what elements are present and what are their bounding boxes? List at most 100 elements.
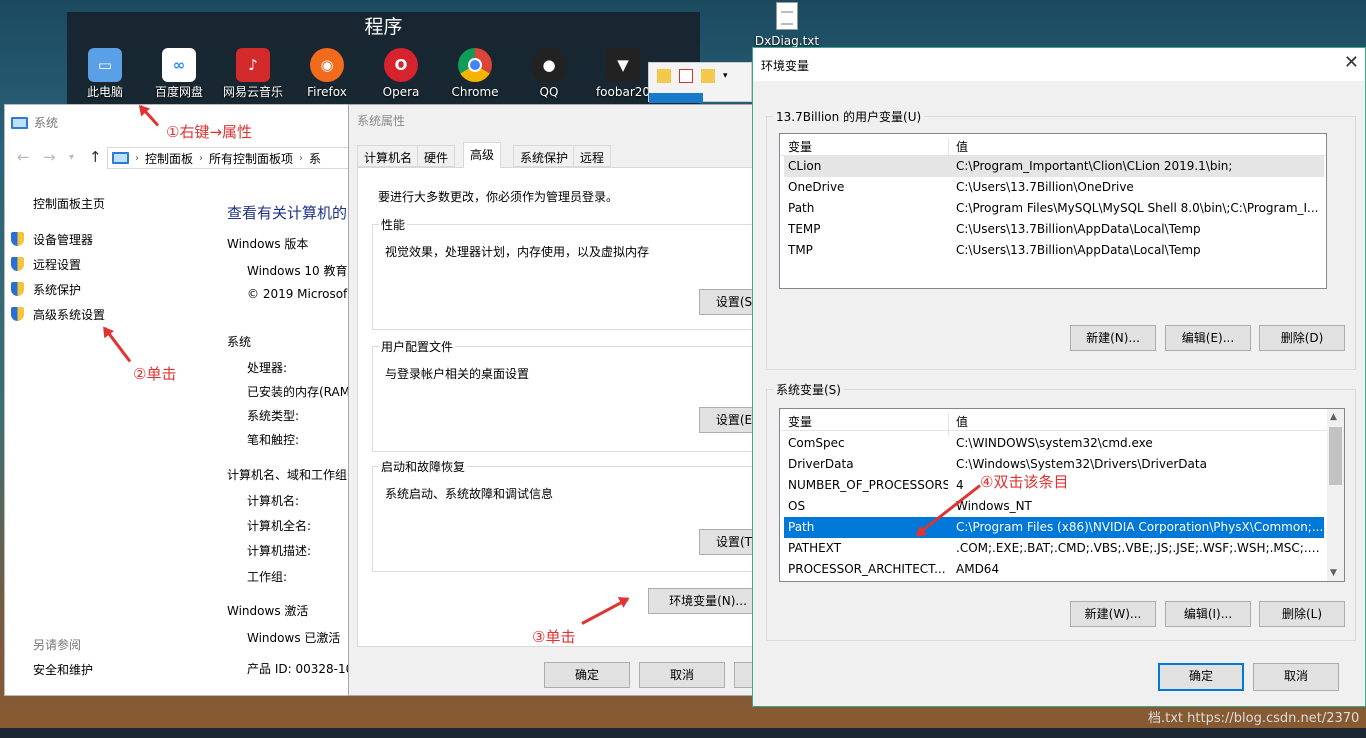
shortcut-label: 网易云音乐 (222, 85, 283, 99)
group-title: 13.7Billion 的用户变量(U) (773, 108, 925, 125)
breadcrumb-item[interactable]: 系 (309, 150, 321, 167)
system-variables-list[interactable]: 变量 值 ComSpec C:\WINDOWS\system32\cmd.exe … (779, 408, 1345, 582)
variable-name: TEMP (788, 222, 821, 236)
page-title: 查看有关计算机的 (227, 204, 348, 222)
column-header-value[interactable]: 值 (956, 413, 968, 430)
vertical-scrollbar[interactable]: ▲ ▼ (1327, 409, 1344, 581)
control-panel-home-link[interactable]: 控制面板主页 (33, 195, 105, 212)
dxdiag-file[interactable]: DxDiag.txt (752, 2, 822, 48)
column-header-variable[interactable]: 变量 (788, 413, 812, 430)
remote-settings-link[interactable]: 远程设置 (33, 256, 81, 273)
scroll-down-icon[interactable]: ▼ (1330, 568, 1337, 578)
list-item-selected[interactable]: Path C:\Program Files (x86)\NVIDIA Corpor… (784, 517, 1324, 538)
properties-icon[interactable] (679, 69, 693, 83)
chrome-icon (458, 48, 492, 82)
system-protection-link[interactable]: 系统保护 (33, 281, 81, 298)
field-label: 计算机全名: (247, 519, 312, 533)
advanced-system-settings-link[interactable]: 高级系统设置 (33, 306, 105, 323)
shortcut-label: Chrome (451, 85, 499, 99)
explorer-window-fragment: ▾ (648, 62, 752, 103)
field-label: 处理器: (247, 361, 288, 375)
folder-icon[interactable] (701, 69, 715, 83)
ok-button[interactable]: 确定 (544, 662, 630, 688)
section-label: 计算机名、域和工作组 (227, 468, 348, 482)
variable-value: .COM;.EXE;.BAT;.CMD;.VBS;.VBE;.JS;.JSE;.… (956, 541, 1326, 555)
up-arrow-icon[interactable]: ↑ (89, 148, 102, 166)
cancel-button[interactable]: 取消 (1253, 663, 1339, 691)
column-header-value[interactable]: 值 (956, 138, 968, 155)
forward-arrow-icon[interactable]: → (43, 148, 56, 166)
shortcut-label: 百度网盘 (154, 85, 203, 99)
ok-button[interactable]: 确定 (1158, 663, 1244, 691)
tab-advanced[interactable]: 高级 (463, 142, 502, 168)
group-title: 用户配置文件 (379, 338, 456, 355)
taskbar (0, 728, 1366, 738)
group-title: 系统变量(S) (773, 381, 844, 398)
chevron-down-icon[interactable]: ▾ (69, 152, 74, 163)
chevron-right-icon: › (199, 152, 204, 164)
list-item[interactable]: CLion C:\Program_Important\Clion\CLion 20… (784, 156, 1324, 177)
copyright-text: © 2019 Microsof (247, 287, 348, 301)
scroll-up-icon[interactable]: ▲ (1330, 412, 1337, 422)
chevron-down-icon[interactable]: ▾ (723, 71, 728, 81)
tab-computer-name[interactable]: 计算机名 (357, 145, 420, 167)
variable-name: CLion (788, 159, 822, 173)
breadcrumb-item[interactable]: 控制面板 (145, 150, 193, 167)
chrome-shortcut[interactable]: Chrome (437, 48, 513, 100)
column-divider (948, 413, 949, 435)
breadcrumb[interactable]: › 控制面板 › 所有控制面板项 › 系 (107, 147, 367, 169)
edit-system-variable-button[interactable]: 编辑(I)... (1165, 601, 1251, 627)
shield-icon (11, 232, 24, 246)
firefox-shortcut[interactable]: ◉ Firefox (289, 48, 365, 100)
ribbon-file-tab[interactable] (649, 93, 703, 103)
product-id: 产品 ID: 00328-10 (247, 662, 354, 676)
new-system-variable-button[interactable]: 新建(W)... (1070, 601, 1156, 627)
section-label: 系统 (227, 335, 252, 349)
system-window: 系统 ← → ▾ ↑ › 控制面板 › 所有控制面板项 › 系 控制面板主页 设… (4, 104, 367, 696)
monitor-icon (11, 116, 28, 129)
tab-remote[interactable]: 远程 (573, 145, 612, 167)
variable-value: C:\WINDOWS\system32\cmd.exe (956, 436, 1153, 450)
scrollbar-thumb[interactable] (1329, 427, 1342, 485)
desktop-group: 程序 ▭ 此电脑 ∞ 百度网盘 ♪ 网易云音乐 ◉ Firefox O Oper… (67, 12, 700, 104)
security-maintenance-link[interactable]: 安全和维护 (33, 661, 93, 678)
cancel-button[interactable]: 取消 (639, 662, 725, 688)
column-header-variable[interactable]: 变量 (788, 138, 812, 155)
back-arrow-icon[interactable]: ← (17, 148, 30, 166)
shortcut-label: QQ (539, 85, 559, 99)
delete-system-variable-button[interactable]: 删除(L) (1259, 601, 1345, 627)
new-user-variable-button[interactable]: 新建(N)... (1070, 325, 1156, 351)
breadcrumb-item[interactable]: 所有控制面板项 (209, 150, 293, 167)
variable-value: C:\Program_Important\Clion\CLion 2019.1\… (956, 159, 1233, 173)
variable-name: PATHEXT (788, 541, 842, 555)
edit-user-variable-button[interactable]: 编辑(E)... (1165, 325, 1251, 351)
edition-value: Windows 10 教育版 (247, 264, 360, 278)
environment-variables-button[interactable]: 环境变量(N)... (648, 588, 768, 614)
admin-note: 要进行大多数更改，你必须作为管理员登录。 (378, 190, 619, 204)
dialog-title: 环境变量 (761, 59, 810, 73)
netease-music-icon: ♪ (236, 48, 270, 82)
this-pc-shortcut[interactable]: ▭ 此电脑 (67, 48, 143, 100)
tab-system-protection[interactable]: 系统保护 (513, 145, 576, 167)
device-manager-link[interactable]: 设备管理器 (33, 231, 93, 248)
field-label: 系统类型: (247, 409, 300, 423)
tab-hardware[interactable]: 硬件 (417, 145, 456, 167)
system-variables-group: 系统变量(S) 变量 值 ComSpec C:\WINDOWS\system32\… (766, 381, 1356, 641)
delete-user-variable-button[interactable]: 删除(D) (1259, 325, 1345, 351)
field-label: 计算机名: (247, 494, 300, 508)
opera-shortcut[interactable]: O Opera (363, 48, 439, 100)
folder-icon[interactable] (657, 69, 671, 83)
section-label: Windows 版本 (227, 237, 309, 251)
list-header: 变量 值 (780, 134, 1326, 160)
variable-name: ComSpec (788, 436, 845, 450)
netease-music-shortcut[interactable]: ♪ 网易云音乐 (215, 48, 291, 100)
variable-value: C:\Users\13.7Billion\AppData\Local\Temp (956, 243, 1201, 257)
close-icon[interactable]: ✕ (1344, 52, 1359, 73)
group-description: 与登录帐户相关的桌面设置 (385, 367, 530, 381)
baidu-netdisk-shortcut[interactable]: ∞ 百度网盘 (141, 48, 217, 100)
watermark-text: 档.txt https://blog.csdn.net/2370 (1148, 711, 1360, 726)
environment-variables-dialog: 环境变量 ✕ 13.7Billion 的用户变量(U) 变量 值 CLion C:… (752, 47, 1366, 707)
group-description: 系统启动、系统故障和调试信息 (385, 487, 554, 501)
user-variables-list[interactable]: 变量 值 CLion C:\Program_Important\Clion\CLi… (779, 133, 1327, 289)
qq-shortcut[interactable]: ● QQ (511, 48, 587, 100)
